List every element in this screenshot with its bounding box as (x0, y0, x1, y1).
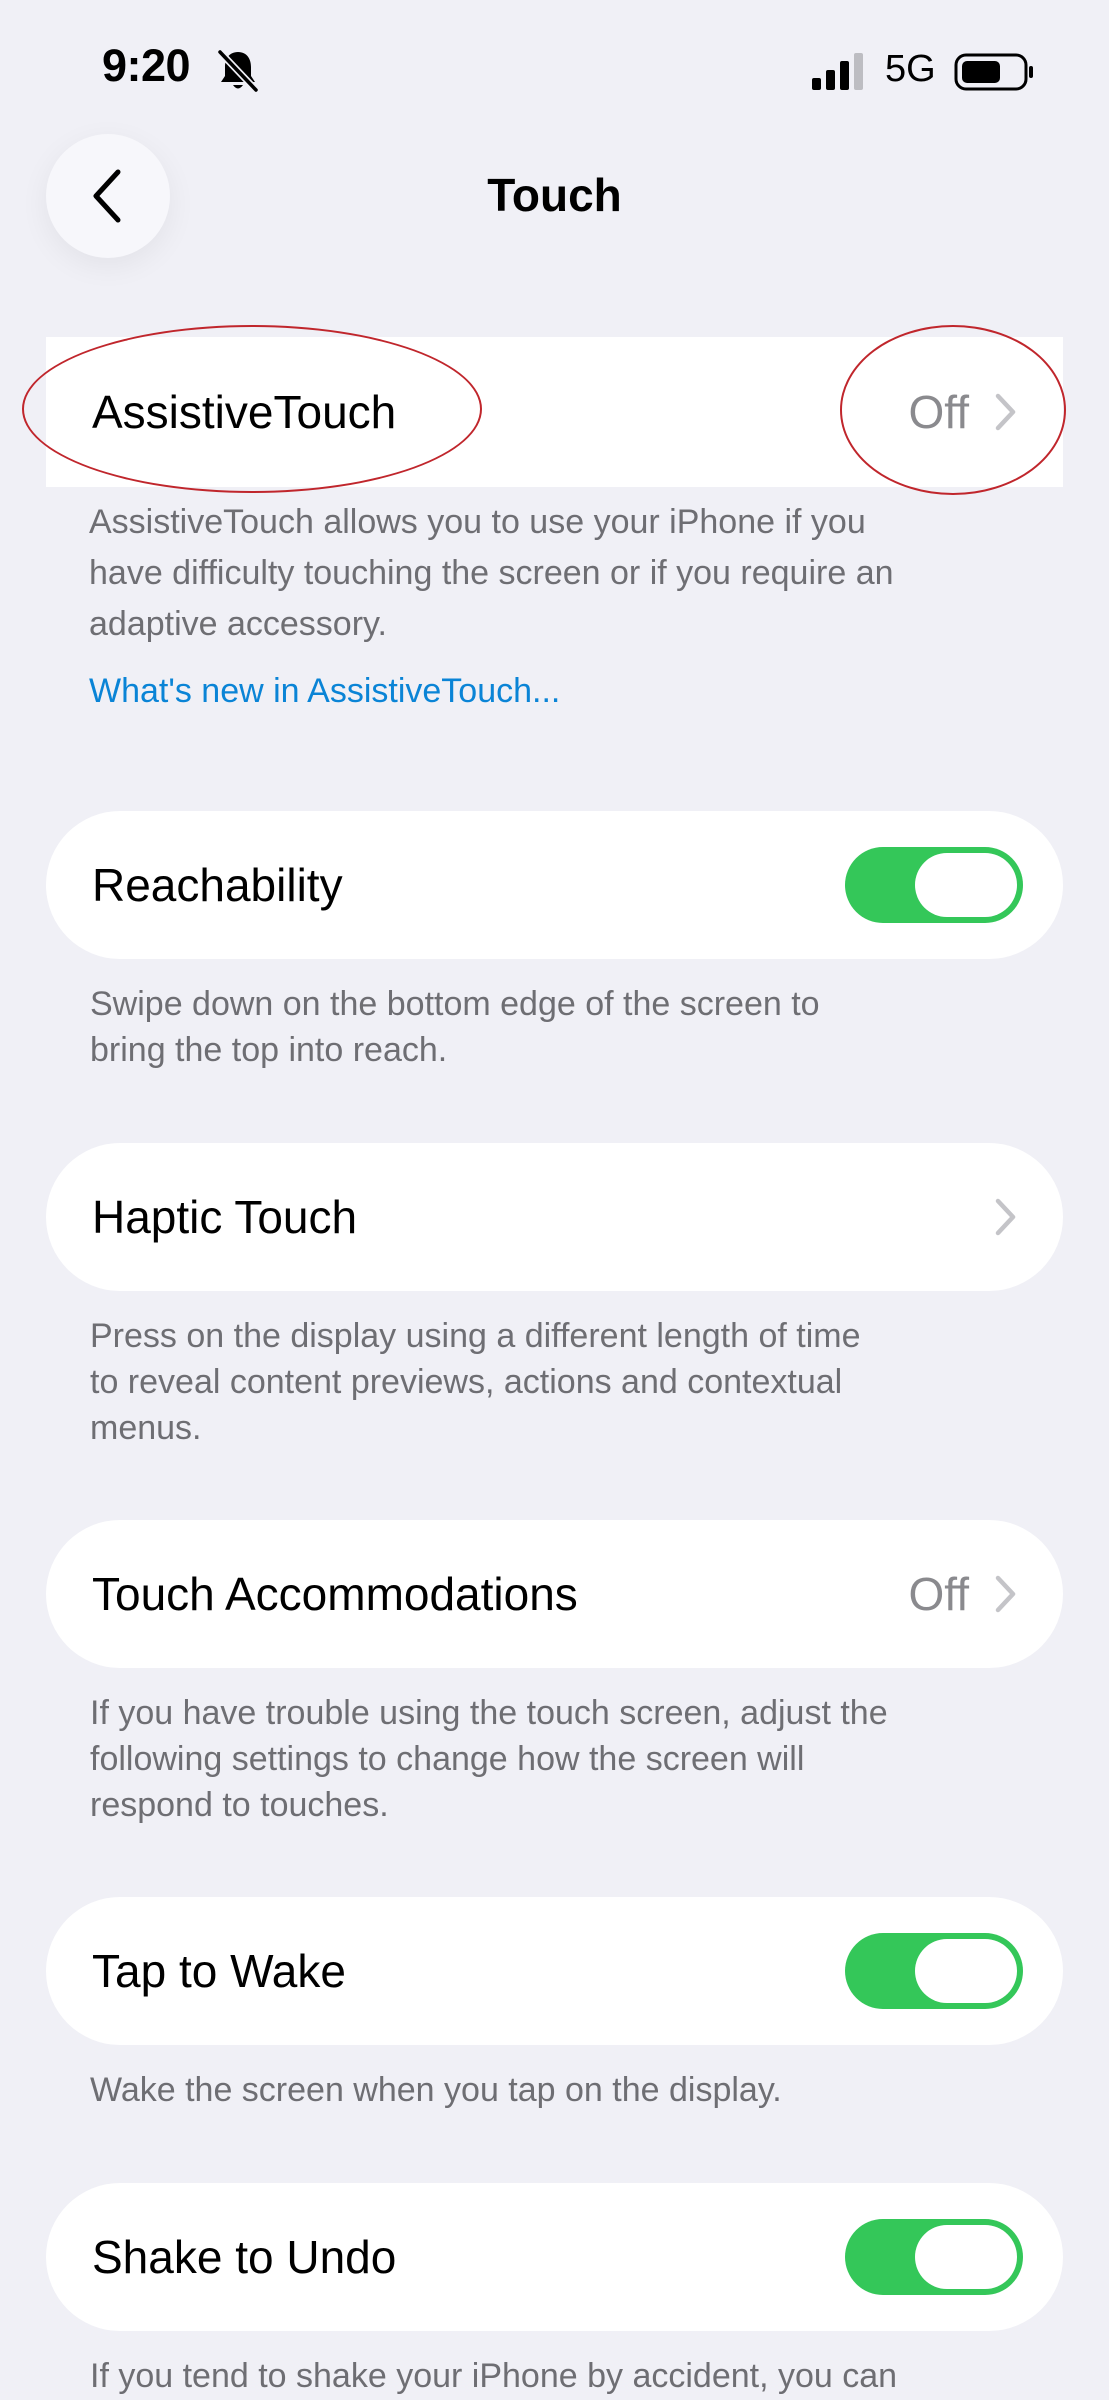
page-title: Touch (487, 169, 622, 221)
touch-accommodations-label: Touch Accommodations (92, 1568, 578, 1620)
annotation-ellipse-label (22, 325, 482, 493)
reachability-toggle[interactable] (845, 847, 1023, 923)
whats-new-link[interactable]: What's new in AssistiveTouch... (89, 672, 560, 711)
touch-accommodations-row[interactable]: Touch Accommodations Off (46, 1520, 1063, 1668)
touch-accommodations-value: Off (908, 1568, 969, 1620)
shake-to-undo-label: Shake to Undo (92, 2231, 397, 2283)
tap-to-wake-label: Tap to Wake (92, 1945, 346, 1997)
reachability-label: Reachability (92, 859, 343, 911)
shake-to-undo-toggle[interactable] (845, 2219, 1023, 2295)
haptic-touch-footer: Press on the display using a different l… (90, 1317, 861, 1447)
shake-to-undo-footer: If you tend to shake your iPhone by acci… (90, 2357, 898, 2395)
status-time: 9:20 (102, 40, 191, 91)
touch-settings-screen: 9:20 5G Touch AssistiveTouch Off Assisti… (0, 0, 1109, 2400)
reachability-footer: Swipe down on the bottom edge of the scr… (90, 985, 820, 1069)
chevron-right-icon (995, 1198, 1016, 1236)
annotation-ellipse-value (840, 325, 1066, 495)
battery-icon (954, 53, 1033, 91)
touch-accommodations-footer: If you have trouble using the touch scre… (90, 1694, 888, 1824)
haptic-touch-label: Haptic Touch (92, 1191, 358, 1243)
assistive-touch-footer: AssistiveTouch allows you to use your iP… (89, 503, 894, 643)
chevron-right-icon (995, 1575, 1016, 1613)
reachability-row: Reachability (46, 811, 1063, 959)
tap-to-wake-row: Tap to Wake (46, 1897, 1063, 2045)
signal-bars-icon (812, 53, 863, 90)
tap-to-wake-toggle[interactable] (845, 1933, 1023, 2009)
bell-slash-icon (217, 49, 259, 93)
tap-to-wake-footer: Wake the screen when you tap on the disp… (90, 2071, 782, 2109)
network-type: 5G (885, 48, 936, 90)
shake-to-undo-row: Shake to Undo (46, 2183, 1063, 2331)
haptic-touch-row[interactable]: Haptic Touch (46, 1143, 1063, 1291)
